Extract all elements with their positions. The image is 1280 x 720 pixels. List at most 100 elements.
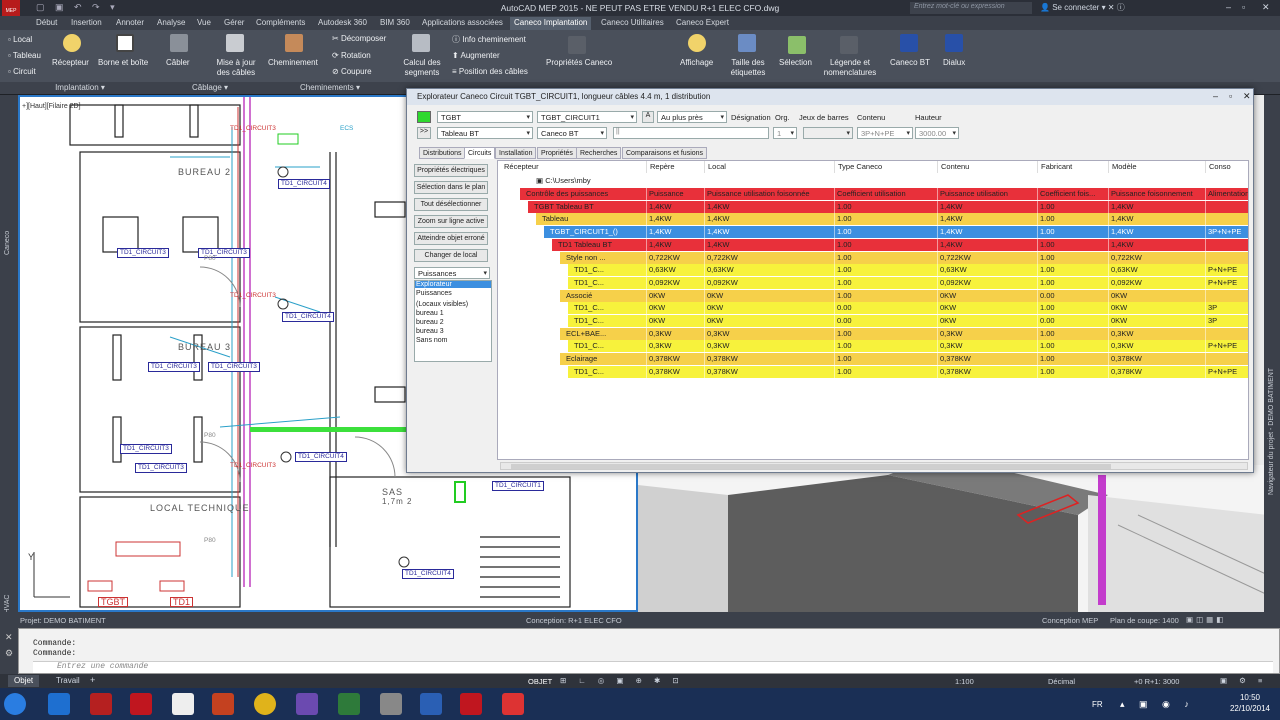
app-icon[interactable] <box>420 693 442 715</box>
recepteur-button[interactable]: Récepteur <box>52 58 89 67</box>
type-dropdown[interactable]: Tableau BT <box>437 127 533 139</box>
autocad-mep-icon[interactable] <box>460 693 482 715</box>
proprietes-electriques-button[interactable]: Propriétés électriques <box>414 164 488 177</box>
units-value[interactable]: Décimal <box>1048 677 1075 686</box>
table-row[interactable]: Contrôle des puissances Puissance Puissanc… <box>498 188 1248 200</box>
selection-plan-button[interactable]: Sélection dans le plan <box>414 181 488 194</box>
tab-bim360[interactable]: BIM 360 <box>376 17 414 30</box>
taille-etiquettes-button[interactable]: Taille des étiquettes <box>726 58 770 78</box>
col-recepteur[interactable]: Récepteur <box>501 161 647 173</box>
tab-comparaisons[interactable]: Comparaisons et fusions <box>622 147 708 159</box>
chrome-icon[interactable] <box>254 693 276 715</box>
tag-td1-circuit3[interactable]: TD1_CIRCUIT3 <box>148 362 200 372</box>
tableau-button[interactable]: ▫ Tableau <box>8 51 41 60</box>
list-item[interactable]: (Locaux visibles) <box>416 301 468 308</box>
tab-complements[interactable]: Compléments <box>252 17 309 30</box>
tag-td1-circuit3[interactable]: TD1_CIRCUIT3 <box>135 463 187 473</box>
start-button[interactable] <box>4 693 26 715</box>
table-row[interactable]: Eclairage 0,378KW 0,378KW 1.00 0,378KW 1.00 0,… <box>498 353 1248 366</box>
col-type-caneco[interactable]: Type Caneco <box>835 161 938 173</box>
tag-tgbt[interactable]: TGBT <box>98 597 128 607</box>
list-item[interactable]: Sans nom <box>416 337 448 344</box>
wrench-icon[interactable]: ⚙ <box>5 648 13 659</box>
table-row[interactable]: TD1_C... 0,092KW 0,092KW 1.00 0,092KW 1.00 0,0… <box>498 276 1248 289</box>
tag-td1-circuit4[interactable]: TD1_CIRCUIT4 <box>278 179 330 189</box>
tab-gerer[interactable]: Gérer <box>220 17 248 30</box>
table-row[interactable]: TD1 Tableau BT 1,4KW 1,4KW 1.00 1,4KW 1.00 1,4… <box>498 238 1248 251</box>
augmenter-button[interactable]: ⬆ Augmenter <box>452 51 500 60</box>
jeux-barres-dropdown[interactable] <box>803 127 853 139</box>
maximize-button[interactable]: ▫ <box>1242 2 1245 12</box>
tab-objet[interactable]: Objet <box>8 675 40 687</box>
tab-travail[interactable]: Travail <box>50 675 86 687</box>
command-tools[interactable]: ✕ ⚙ <box>0 628 18 674</box>
a-button[interactable]: A <box>642 111 654 123</box>
cabler-button[interactable]: Câbler <box>166 58 190 67</box>
tab-proprietes[interactable]: Propriétés <box>537 147 577 159</box>
decomposer-button[interactable]: ✂ Décomposer <box>332 34 386 43</box>
tab-recherches[interactable]: Recherches <box>576 147 622 159</box>
status-tools[interactable]: ▣◫▦◧ <box>1186 615 1226 624</box>
table-row[interactable]: TD1_C... 0,378KW 0,378KW 1.00 0,378KW 1.00 0,3… <box>498 365 1248 378</box>
signin-button[interactable]: 👤 Se connecter ▾ ✕ ⓘ <box>1040 2 1125 13</box>
info-cheminement-button[interactable]: ⓘ Info cheminement <box>452 34 526 45</box>
org-dropdown[interactable]: 1 <box>773 127 797 139</box>
panel-implantation[interactable]: Implantation ▾ <box>0 82 160 94</box>
app-icon[interactable] <box>90 693 112 715</box>
dialog-minimize-button[interactable]: – <box>1213 91 1218 101</box>
app-icon[interactable] <box>502 693 524 715</box>
calcul-segments-button[interactable]: Calcul des segments <box>396 58 448 78</box>
table-row[interactable]: TD1_C... 0KW 0KW 0.00 0KW 1.00 0KW 3P <box>498 302 1248 315</box>
panel-cheminements[interactable]: Cheminements ▾ <box>260 82 400 94</box>
tab-debut[interactable]: Début <box>32 17 61 30</box>
dialog-maximize-button[interactable]: ▫ <box>1229 91 1232 101</box>
atteindre-objet-button[interactable]: Atteindre objet erroné <box>414 232 488 245</box>
tab-applications[interactable]: Applications associées <box>418 17 507 30</box>
powerpoint-icon[interactable] <box>212 693 234 715</box>
table-row[interactable]: Tableau 1,4KW 1,4KW 1.00 1,4KW 1.00 1,4KW <box>498 213 1248 226</box>
borne-boite-button[interactable]: Borne et boîte <box>98 58 148 67</box>
objet-mode[interactable]: OBJET <box>528 677 552 686</box>
dialog-title[interactable]: Explorateur Caneco Circuit TGBT_CIRCUIT1… <box>407 89 1253 105</box>
coupure-button[interactable]: ⊘ Coupure <box>332 67 372 76</box>
proximity-dropdown[interactable]: Au plus près <box>657 111 727 123</box>
affichage-button[interactable]: Affichage <box>680 58 713 67</box>
circuit-dropdown[interactable]: TGBT_CIRCUIT1 <box>537 111 637 123</box>
tag-td1-circuit1[interactable]: TD1_CIRCUIT1 <box>492 481 544 491</box>
col-repere[interactable]: Repère <box>647 161 705 173</box>
cheminement-button[interactable]: Cheminement <box>268 58 318 67</box>
autocad-icon[interactable] <box>130 693 152 715</box>
legende-nomenclatures-button[interactable]: Légende et nomenclatures <box>820 58 880 78</box>
col-contenu[interactable]: Contenu <box>938 161 1038 173</box>
minimize-button[interactable]: – <box>1226 2 1231 12</box>
tab-installation[interactable]: Installation <box>495 147 537 159</box>
view-mode-list[interactable]: Explorateur Puissances (Locaux visibles)… <box>414 280 492 362</box>
tout-deselectionner-button[interactable]: Tout désélectionner <box>414 198 488 211</box>
tag-td1-circuit4[interactable]: TD1_CIRCUIT4 <box>402 569 454 579</box>
rotation-button[interactable]: ⟳ Rotation <box>332 51 371 60</box>
tab-distributions[interactable]: Distributions <box>419 147 466 159</box>
tag-td1-circuit4[interactable]: TD1_CIRCUIT4 <box>295 452 347 462</box>
list-item[interactable]: Explorateur <box>415 281 491 288</box>
scale-value[interactable]: 1:100 <box>955 677 974 686</box>
tag-td1-circuit3-red[interactable]: TD1_CIRCUIT3 <box>230 125 276 133</box>
tab-circuits[interactable]: Circuits <box>464 147 496 159</box>
app-icon[interactable] <box>296 693 318 715</box>
selection-button[interactable]: Sélection <box>779 58 812 67</box>
col-conso[interactable]: Conso <box>1206 161 1248 173</box>
left-palette-strip[interactable]: Palette d'outils - HVAC Caneco <box>0 95 18 665</box>
tab-analyse[interactable]: Analyse <box>153 17 189 30</box>
view-mode-dropdown[interactable]: Puissances <box>414 267 490 279</box>
table-row[interactable]: Style non ... 0,722KW 0,722KW 1.00 0,722KW 1.… <box>498 251 1248 264</box>
maj-cables-button[interactable]: Mise à jour des câbles <box>214 58 258 78</box>
designation-field[interactable]: || <box>613 127 769 139</box>
status-settings[interactable]: ▣ ⚙ ≡ <box>1220 676 1267 685</box>
caneco-bt-button[interactable]: Caneco BT <box>890 58 930 67</box>
tree-path[interactable]: ▣ C:\Users\mby <box>498 175 1248 187</box>
tab-vue[interactable]: Vue <box>193 17 215 30</box>
add-layout-button[interactable]: + <box>90 675 95 685</box>
table-row[interactable]: TD1_C... 0,63KW 0,63KW 1.00 0,63KW 1.00 0,63KW… <box>498 264 1248 277</box>
project-navigator-strip[interactable]: Navigateur du projet - DEMO BATIMENT <box>1264 95 1280 612</box>
list-item[interactable]: Puissances <box>416 290 452 297</box>
tray-icons[interactable]: ▴ ▣ ◉ ♪ <box>1120 699 1195 710</box>
